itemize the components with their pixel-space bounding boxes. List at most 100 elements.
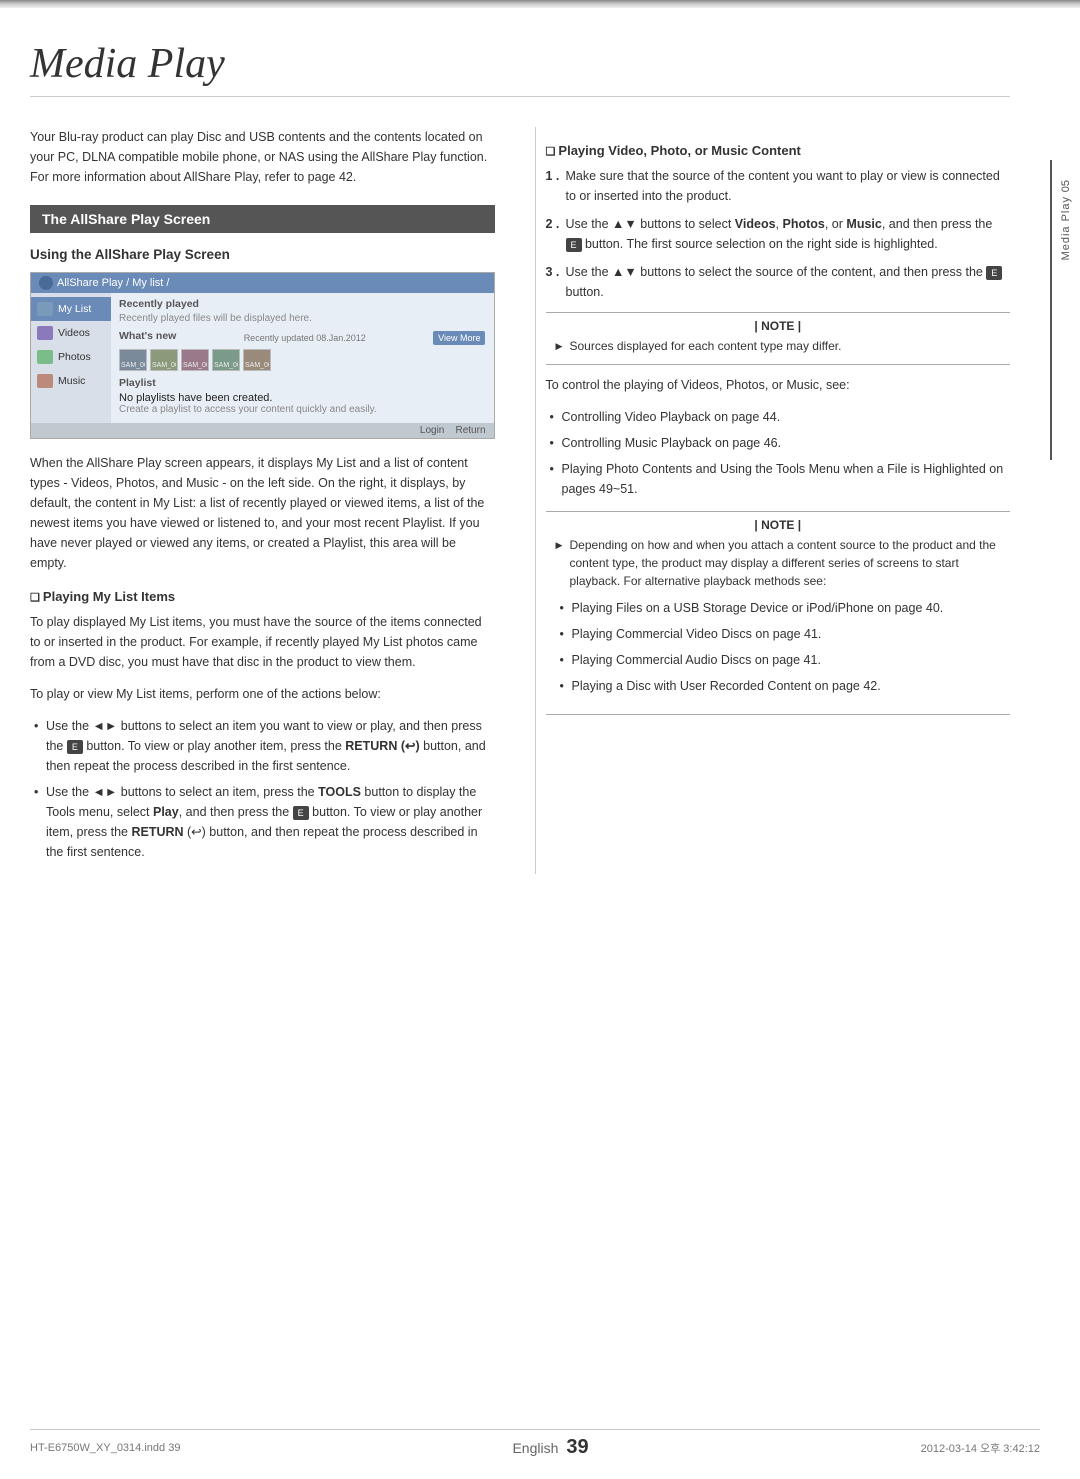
allshare-sidebar: My List Videos Photos: [31, 293, 111, 423]
enter-button-icon: E: [67, 740, 83, 754]
bullet-item-2: Use the ◄► buttons to select an item, pr…: [30, 782, 495, 862]
footer-timestamp: 2012-03-14 오후 3:42:12: [921, 1440, 1040, 1456]
allshare-section-header: The AllShare Play Screen: [30, 205, 495, 233]
sidebar-chapter-label: Media Play: [1060, 196, 1072, 260]
allshare-breadcrumb: AllShare Play / My list /: [57, 277, 169, 289]
control-bullet-2-text: Controlling Music Playback on page 46.: [562, 436, 782, 450]
sidebar-item-videos[interactable]: Videos: [31, 321, 111, 345]
playing-my-list-heading: Playing My List Items: [30, 589, 495, 604]
note2-bullet-1-text: Playing Files on a USB Storage Device or…: [572, 601, 944, 615]
sidebar-item-photos[interactable]: Photos: [31, 345, 111, 369]
playlist-empty-text: No playlists have been created.: [119, 392, 486, 404]
playlist-sub-text: Create a playlist to access your content…: [119, 404, 486, 415]
enter-button-icon-4: E: [986, 266, 1002, 280]
tools-bold: TOOLS: [318, 785, 361, 799]
recently-played-label: Recently played: [119, 298, 486, 310]
control-bullet-3: Playing Photo Contents and Using the Too…: [546, 459, 1011, 499]
note2-bullet-1: Playing Files on a USB Storage Device or…: [556, 598, 1001, 618]
photos-label: Photos: [58, 351, 91, 363]
sidebar-item-music[interactable]: Music: [31, 369, 111, 393]
note2-intro-text: Depending on how and when you attach a c…: [556, 536, 1001, 590]
play-bold: Play: [153, 805, 179, 819]
step-3-num: 3 .: [546, 262, 560, 282]
photos-icon: [37, 350, 53, 364]
note2-bullet-4: Playing a Disc with User Recorded Conten…: [556, 676, 1001, 696]
view-more-button[interactable]: View More: [433, 331, 485, 345]
enter-button-icon-3: E: [566, 238, 582, 252]
page-footer: HT-E6750W_XY_0314.indd 39 English 39 201…: [30, 1429, 1040, 1459]
videos-label: Videos: [58, 327, 90, 339]
footer-return[interactable]: Return: [455, 425, 485, 436]
control-bullet-2: Controlling Music Playback on page 46.: [546, 433, 1011, 453]
sidebar-item-mylist[interactable]: My List: [31, 297, 111, 321]
allshare-body: My List Videos Photos: [31, 293, 494, 423]
note2-bullet-2: Playing Commercial Video Discs on page 4…: [556, 624, 1001, 644]
thumbnail-3: SAM_0003: [181, 349, 209, 371]
step-2-num: 2 .: [546, 214, 560, 234]
music-bold: Music: [846, 217, 881, 231]
step4-intro: To control the playing of Videos, Photos…: [546, 375, 1011, 395]
whats-new-label: What's new: [119, 330, 176, 342]
return-bold-2: RETURN: [131, 825, 183, 839]
note-box-1: | NOTE | Sources displayed for each cont…: [546, 312, 1011, 365]
page-number-box: English 39: [512, 1436, 588, 1459]
intro-paragraph: Your Blu-ray product can play Disc and U…: [30, 127, 495, 187]
step-2-text: Use the ▲▼ buttons to select Videos, Pho…: [566, 217, 993, 251]
note1-label: | NOTE |: [556, 319, 1001, 333]
note-box-2: | NOTE | Depending on how and when you a…: [546, 511, 1011, 715]
bullet-item-1: Use the ◄► buttons to select an item you…: [30, 716, 495, 776]
music-icon: [37, 374, 53, 388]
allshare-footer: Login Return: [31, 423, 494, 438]
thumbnail-4: SAM_0004: [212, 349, 240, 371]
steps-list: 1 . Make sure that the source of the con…: [546, 166, 1011, 302]
recently-played-subtext: Recently played files will be displayed …: [119, 313, 486, 324]
photos-bold: Photos: [783, 217, 825, 231]
body-paragraph-2: To play displayed My List items, you mus…: [30, 612, 495, 672]
bullet2-text: Use the ◄► buttons to select an item, pr…: [46, 785, 482, 859]
control-bullets: Controlling Video Playback on page 44. C…: [546, 407, 1011, 499]
right-sidebar: 05 Media Play: [1052, 180, 1080, 261]
note2-bullet-3-text: Playing Commercial Audio Discs on page 4…: [572, 653, 821, 667]
allshare-top-bar: AllShare Play / My list /: [31, 273, 494, 293]
music-label: Music: [58, 375, 85, 387]
return-bold-1: RETURN (↩): [345, 739, 419, 753]
thumbnail-1: SAM_0001: [119, 349, 147, 371]
page-title: Media Play: [30, 40, 1010, 97]
allshare-main-panel: Recently played Recently played files wi…: [111, 293, 494, 423]
videos-icon: [37, 326, 53, 340]
sidebar-chapter-num: 05: [1060, 180, 1072, 192]
enter-button-icon-2: E: [293, 806, 309, 820]
step-2: 2 . Use the ▲▼ buttons to select Videos,…: [546, 214, 1011, 254]
note2-bullet-4-text: Playing a Disc with User Recorded Conten…: [572, 679, 881, 693]
mylist-icon: [37, 302, 53, 316]
body-paragraph-3: To play or view My List items, perform o…: [30, 684, 495, 704]
main-content: Your Blu-ray product can play Disc and U…: [30, 127, 1010, 874]
note2-bullet-2-text: Playing Commercial Video Discs on page 4…: [572, 627, 822, 641]
note1-item: Sources displayed for each content type …: [556, 337, 1001, 355]
note2-bullets: Playing Files on a USB Storage Device or…: [556, 598, 1001, 696]
note2-bullet-3: Playing Commercial Audio Discs on page 4…: [556, 650, 1001, 670]
footer-login[interactable]: Login: [420, 425, 444, 436]
page-container: 05 Media Play Media Play Your Blu-ray pr…: [0, 0, 1080, 1479]
thumbnails-row: SAM_0001 SAM_0002 SAM_0003 SAM_0004 SAM_…: [119, 349, 486, 371]
thumbnail-2: SAM_0002: [150, 349, 178, 371]
allshare-icon: [39, 276, 53, 290]
mylist-label: My List: [58, 303, 91, 315]
top-decorative-bar: [0, 0, 1080, 8]
page-number: 39: [566, 1436, 588, 1459]
control-bullet-3-text: Playing Photo Contents and Using the Too…: [562, 462, 1004, 496]
playlist-label: Playlist: [119, 377, 486, 389]
playing-video-heading: Playing Video, Photo, or Music Content: [546, 143, 1011, 158]
right-column: Playing Video, Photo, or Music Content 1…: [535, 127, 1011, 874]
thumbnail-5: SAM_0005: [243, 349, 271, 371]
body-paragraph-1: When the AllShare Play screen appears, i…: [30, 453, 495, 573]
subsection-title: Using the AllShare Play Screen: [30, 247, 495, 262]
step-3-text: Use the ▲▼ buttons to select the source …: [566, 265, 1003, 299]
videos-bold: Videos: [735, 217, 776, 231]
content-area: Media Play Your Blu-ray product can play…: [30, 0, 1040, 874]
my-list-actions: Use the ◄► buttons to select an item you…: [30, 716, 495, 862]
control-bullet-1: Controlling Video Playback on page 44.: [546, 407, 1011, 427]
note2-label: | NOTE |: [556, 518, 1001, 532]
allshare-screen-mockup: AllShare Play / My list / My List Videos: [30, 272, 495, 439]
whats-new-row: What's new Recently updated 08.Jan.2012 …: [119, 330, 486, 345]
